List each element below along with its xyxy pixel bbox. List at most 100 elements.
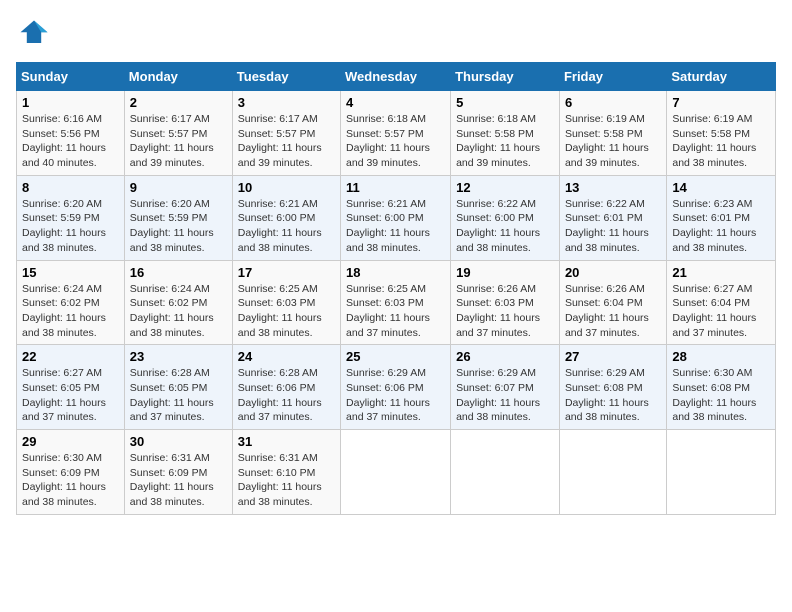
calendar-cell: 11 Sunrise: 6:21 AM Sunset: 6:00 PM Dayli…	[341, 175, 451, 260]
day-info: Sunrise: 6:23 AM Sunset: 6:01 PM Dayligh…	[672, 197, 770, 256]
logo	[16, 16, 58, 52]
day-info: Sunrise: 6:27 AM Sunset: 6:05 PM Dayligh…	[22, 366, 119, 425]
calendar-cell: 29 Sunrise: 6:30 AM Sunset: 6:09 PM Dayli…	[17, 430, 125, 515]
day-number: 30	[130, 434, 227, 449]
day-number: 12	[456, 180, 554, 195]
day-info: Sunrise: 6:25 AM Sunset: 6:03 PM Dayligh…	[346, 282, 445, 341]
day-number: 19	[456, 265, 554, 280]
col-header-friday: Friday	[559, 63, 666, 91]
calendar-cell	[559, 430, 666, 515]
day-number: 26	[456, 349, 554, 364]
day-info: Sunrise: 6:24 AM Sunset: 6:02 PM Dayligh…	[130, 282, 227, 341]
page-header	[16, 16, 776, 52]
day-number: 13	[565, 180, 661, 195]
day-number: 6	[565, 95, 661, 110]
day-info: Sunrise: 6:19 AM Sunset: 5:58 PM Dayligh…	[672, 112, 770, 171]
calendar-cell: 28 Sunrise: 6:30 AM Sunset: 6:08 PM Dayli…	[667, 345, 776, 430]
calendar-cell: 31 Sunrise: 6:31 AM Sunset: 6:10 PM Dayli…	[232, 430, 340, 515]
day-info: Sunrise: 6:22 AM Sunset: 6:01 PM Dayligh…	[565, 197, 661, 256]
day-number: 9	[130, 180, 227, 195]
day-number: 16	[130, 265, 227, 280]
day-number: 11	[346, 180, 445, 195]
calendar-cell	[451, 430, 560, 515]
day-number: 17	[238, 265, 335, 280]
col-header-monday: Monday	[124, 63, 232, 91]
day-number: 7	[672, 95, 770, 110]
calendar-week-row: 15 Sunrise: 6:24 AM Sunset: 6:02 PM Dayli…	[17, 260, 776, 345]
day-info: Sunrise: 6:30 AM Sunset: 6:09 PM Dayligh…	[22, 451, 119, 510]
day-info: Sunrise: 6:31 AM Sunset: 6:10 PM Dayligh…	[238, 451, 335, 510]
calendar-week-row: 29 Sunrise: 6:30 AM Sunset: 6:09 PM Dayli…	[17, 430, 776, 515]
day-info: Sunrise: 6:31 AM Sunset: 6:09 PM Dayligh…	[130, 451, 227, 510]
col-header-sunday: Sunday	[17, 63, 125, 91]
calendar-cell: 14 Sunrise: 6:23 AM Sunset: 6:01 PM Dayli…	[667, 175, 776, 260]
day-info: Sunrise: 6:18 AM Sunset: 5:57 PM Dayligh…	[346, 112, 445, 171]
day-number: 10	[238, 180, 335, 195]
day-info: Sunrise: 6:20 AM Sunset: 5:59 PM Dayligh…	[22, 197, 119, 256]
day-info: Sunrise: 6:24 AM Sunset: 6:02 PM Dayligh…	[22, 282, 119, 341]
day-number: 15	[22, 265, 119, 280]
calendar-cell: 4 Sunrise: 6:18 AM Sunset: 5:57 PM Daylig…	[341, 91, 451, 176]
day-number: 29	[22, 434, 119, 449]
day-info: Sunrise: 6:21 AM Sunset: 6:00 PM Dayligh…	[238, 197, 335, 256]
day-number: 5	[456, 95, 554, 110]
day-info: Sunrise: 6:16 AM Sunset: 5:56 PM Dayligh…	[22, 112, 119, 171]
calendar-cell: 13 Sunrise: 6:22 AM Sunset: 6:01 PM Dayli…	[559, 175, 666, 260]
day-info: Sunrise: 6:25 AM Sunset: 6:03 PM Dayligh…	[238, 282, 335, 341]
day-info: Sunrise: 6:17 AM Sunset: 5:57 PM Dayligh…	[130, 112, 227, 171]
day-number: 18	[346, 265, 445, 280]
calendar-cell: 30 Sunrise: 6:31 AM Sunset: 6:09 PM Dayli…	[124, 430, 232, 515]
day-info: Sunrise: 6:29 AM Sunset: 6:07 PM Dayligh…	[456, 366, 554, 425]
day-info: Sunrise: 6:28 AM Sunset: 6:05 PM Dayligh…	[130, 366, 227, 425]
calendar-cell: 9 Sunrise: 6:20 AM Sunset: 5:59 PM Daylig…	[124, 175, 232, 260]
col-header-thursday: Thursday	[451, 63, 560, 91]
day-number: 14	[672, 180, 770, 195]
calendar-cell: 1 Sunrise: 6:16 AM Sunset: 5:56 PM Daylig…	[17, 91, 125, 176]
calendar-cell: 3 Sunrise: 6:17 AM Sunset: 5:57 PM Daylig…	[232, 91, 340, 176]
calendar-week-row: 22 Sunrise: 6:27 AM Sunset: 6:05 PM Dayli…	[17, 345, 776, 430]
day-info: Sunrise: 6:21 AM Sunset: 6:00 PM Dayligh…	[346, 197, 445, 256]
calendar-cell: 24 Sunrise: 6:28 AM Sunset: 6:06 PM Dayli…	[232, 345, 340, 430]
calendar-cell: 16 Sunrise: 6:24 AM Sunset: 6:02 PM Dayli…	[124, 260, 232, 345]
calendar-cell: 15 Sunrise: 6:24 AM Sunset: 6:02 PM Dayli…	[17, 260, 125, 345]
day-info: Sunrise: 6:17 AM Sunset: 5:57 PM Dayligh…	[238, 112, 335, 171]
day-number: 22	[22, 349, 119, 364]
day-number: 27	[565, 349, 661, 364]
day-number: 23	[130, 349, 227, 364]
col-header-tuesday: Tuesday	[232, 63, 340, 91]
day-info: Sunrise: 6:19 AM Sunset: 5:58 PM Dayligh…	[565, 112, 661, 171]
day-number: 4	[346, 95, 445, 110]
calendar-cell: 21 Sunrise: 6:27 AM Sunset: 6:04 PM Dayli…	[667, 260, 776, 345]
calendar-table: SundayMondayTuesdayWednesdayThursdayFrid…	[16, 62, 776, 515]
calendar-cell: 23 Sunrise: 6:28 AM Sunset: 6:05 PM Dayli…	[124, 345, 232, 430]
day-number: 28	[672, 349, 770, 364]
calendar-cell: 27 Sunrise: 6:29 AM Sunset: 6:08 PM Dayli…	[559, 345, 666, 430]
day-info: Sunrise: 6:27 AM Sunset: 6:04 PM Dayligh…	[672, 282, 770, 341]
day-number: 31	[238, 434, 335, 449]
day-info: Sunrise: 6:18 AM Sunset: 5:58 PM Dayligh…	[456, 112, 554, 171]
day-info: Sunrise: 6:29 AM Sunset: 6:08 PM Dayligh…	[565, 366, 661, 425]
calendar-cell: 2Sunrise: 6:17 AM Sunset: 5:57 PM Daylig…	[124, 91, 232, 176]
day-info: Sunrise: 6:30 AM Sunset: 6:08 PM Dayligh…	[672, 366, 770, 425]
day-info: Sunrise: 6:28 AM Sunset: 6:06 PM Dayligh…	[238, 366, 335, 425]
calendar-cell: 12 Sunrise: 6:22 AM Sunset: 6:00 PM Dayli…	[451, 175, 560, 260]
calendar-cell: 17 Sunrise: 6:25 AM Sunset: 6:03 PM Dayli…	[232, 260, 340, 345]
calendar-cell: 25Sunrise: 6:29 AM Sunset: 6:06 PM Dayli…	[341, 345, 451, 430]
day-number: 21	[672, 265, 770, 280]
calendar-cell	[667, 430, 776, 515]
calendar-cell	[341, 430, 451, 515]
calendar-cell: 6 Sunrise: 6:19 AM Sunset: 5:58 PM Daylig…	[559, 91, 666, 176]
day-number: 24	[238, 349, 335, 364]
day-info: Sunrise: 6:20 AM Sunset: 5:59 PM Dayligh…	[130, 197, 227, 256]
day-info: Sunrise: 6:26 AM Sunset: 6:03 PM Dayligh…	[456, 282, 554, 341]
day-number: 1	[22, 95, 119, 110]
day-number: 3	[238, 95, 335, 110]
logo-icon	[16, 16, 52, 52]
calendar-cell: 20Sunrise: 6:26 AM Sunset: 6:04 PM Dayli…	[559, 260, 666, 345]
calendar-cell: 18 Sunrise: 6:25 AM Sunset: 6:03 PM Dayli…	[341, 260, 451, 345]
calendar-week-row: 8Sunrise: 6:20 AM Sunset: 5:59 PM Daylig…	[17, 175, 776, 260]
calendar-cell: 26 Sunrise: 6:29 AM Sunset: 6:07 PM Dayli…	[451, 345, 560, 430]
calendar-cell: 10 Sunrise: 6:21 AM Sunset: 6:00 PM Dayli…	[232, 175, 340, 260]
col-header-saturday: Saturday	[667, 63, 776, 91]
day-info: Sunrise: 6:22 AM Sunset: 6:00 PM Dayligh…	[456, 197, 554, 256]
